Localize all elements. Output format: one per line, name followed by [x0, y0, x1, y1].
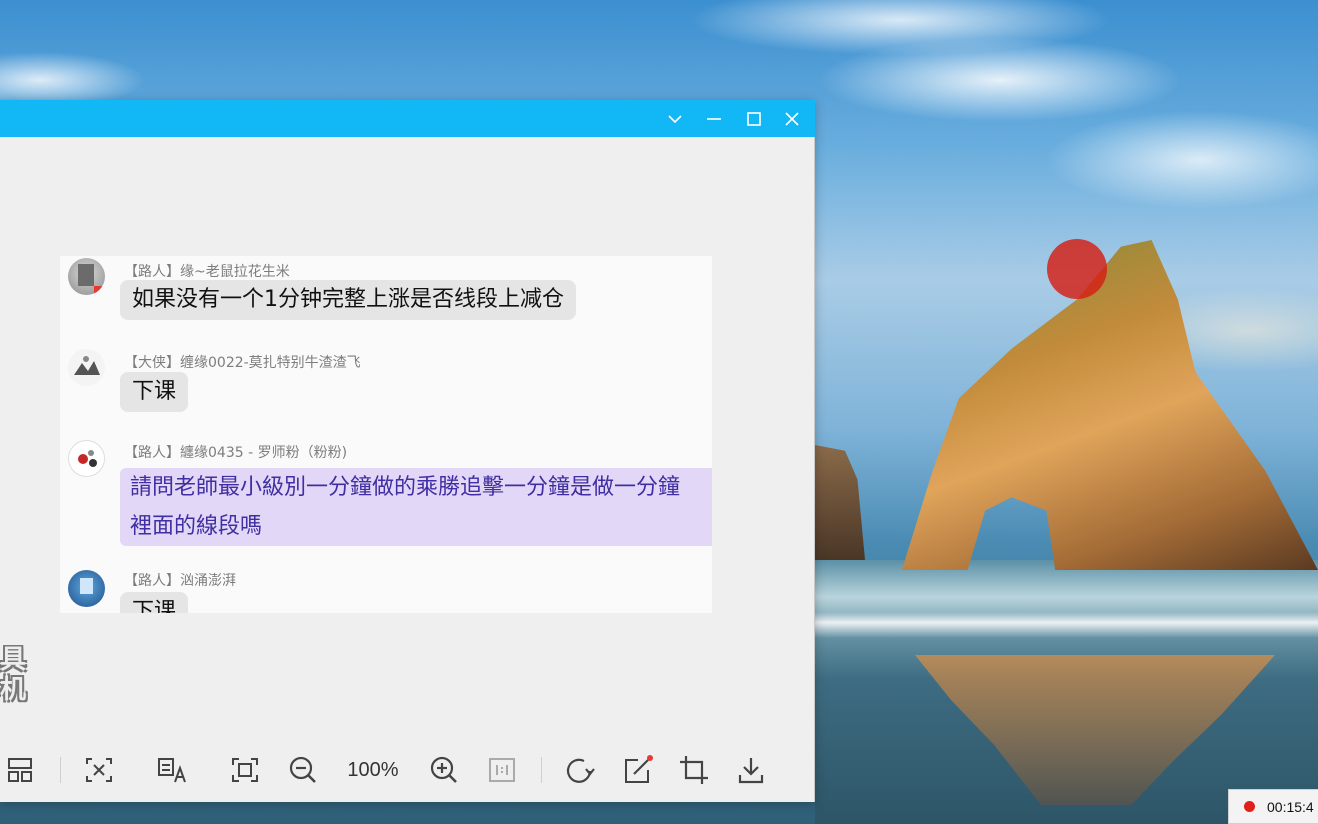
title-bar[interactable] — [0, 100, 815, 137]
layout-button[interactable] — [2, 745, 38, 795]
fit-screen-button[interactable] — [226, 745, 264, 795]
recording-time: 00:15:4 — [1267, 798, 1314, 815]
fit-screen-icon — [230, 756, 260, 784]
sender-name: 【大侠】缠缘0022-莫扎特别牛渣渣飞 — [124, 355, 361, 371]
layout-icon — [5, 756, 35, 784]
zoom-level: 100% — [347, 759, 399, 781]
watermark-text: 具 机 — [0, 645, 27, 705]
avatar — [68, 258, 105, 295]
viewer-toolbar: 100% — [0, 745, 815, 795]
chevron-down-icon — [667, 114, 683, 124]
message-line: 裡面的線段嗎 — [130, 514, 263, 539]
recording-indicator[interactable]: 00:15:4 — [1228, 789, 1318, 824]
image-viewer-window: 【路人】缘~老鼠拉花生米 如果没有一个1分钟完整上涨是否线段上减仓 【大侠】缠缘… — [0, 100, 815, 802]
zoom-out-button[interactable] — [284, 745, 322, 795]
message-bubble: 下课 — [120, 592, 189, 613]
close-icon — [785, 111, 799, 126]
close-button[interactable] — [773, 100, 811, 137]
zoom-out-icon — [288, 755, 318, 785]
avatar — [68, 349, 105, 386]
avatar — [68, 440, 105, 477]
zoom-in-button[interactable] — [425, 745, 463, 795]
maximize-icon — [747, 111, 761, 126]
rotate-button[interactable] — [560, 745, 600, 795]
cursor-highlight-dot — [1047, 239, 1107, 299]
download-icon — [736, 755, 766, 785]
text-recognize-icon — [84, 756, 114, 784]
sender-name: 【路人】缘~老鼠拉花生米 — [124, 264, 290, 280]
message-line: 請問老師最小級別一分鐘做的乘勝追擊一分鐘是做一分鐘 — [130, 475, 681, 500]
sender-name: 【路人】纏缘0435 - 罗师粉（粉粉) — [124, 445, 348, 461]
dropdown-button[interactable] — [656, 100, 694, 137]
actual-size-button[interactable] — [483, 745, 521, 795]
crop-icon — [678, 754, 710, 786]
toolbar-divider — [60, 757, 61, 783]
translate-icon — [156, 756, 188, 784]
actual-size-icon — [487, 756, 517, 784]
maximize-button[interactable] — [735, 100, 773, 137]
minimize-icon — [706, 117, 722, 120]
sender-name: 【路人】汹涌澎湃 — [124, 573, 236, 589]
toolbar-divider — [541, 757, 542, 783]
text-recognize-button[interactable] — [80, 745, 118, 795]
message-bubble-highlighted: 請問老師最小級別一分鐘做的乘勝追擊一分鐘是做一分鐘 裡面的線段嗎 — [120, 468, 712, 546]
zoom-in-icon — [429, 755, 459, 785]
minimize-button[interactable] — [695, 100, 733, 137]
avatar — [68, 570, 105, 607]
wallpaper-surf — [815, 612, 1318, 638]
rotate-icon — [564, 755, 596, 785]
message-bubble: 下课 — [120, 372, 189, 412]
image-canvas[interactable]: 【路人】缘~老鼠拉花生米 如果没有一个1分钟完整上涨是否线段上减仓 【大侠】缠缘… — [60, 256, 712, 613]
edit-button[interactable] — [618, 745, 658, 795]
edit-icon — [622, 755, 654, 785]
record-dot-icon — [1244, 801, 1255, 812]
message-bubble: 如果没有一个1分钟完整上涨是否线段上减仓 — [120, 280, 576, 320]
translate-button[interactable] — [152, 745, 192, 795]
crop-button[interactable] — [674, 745, 714, 795]
download-button[interactable] — [731, 745, 771, 795]
